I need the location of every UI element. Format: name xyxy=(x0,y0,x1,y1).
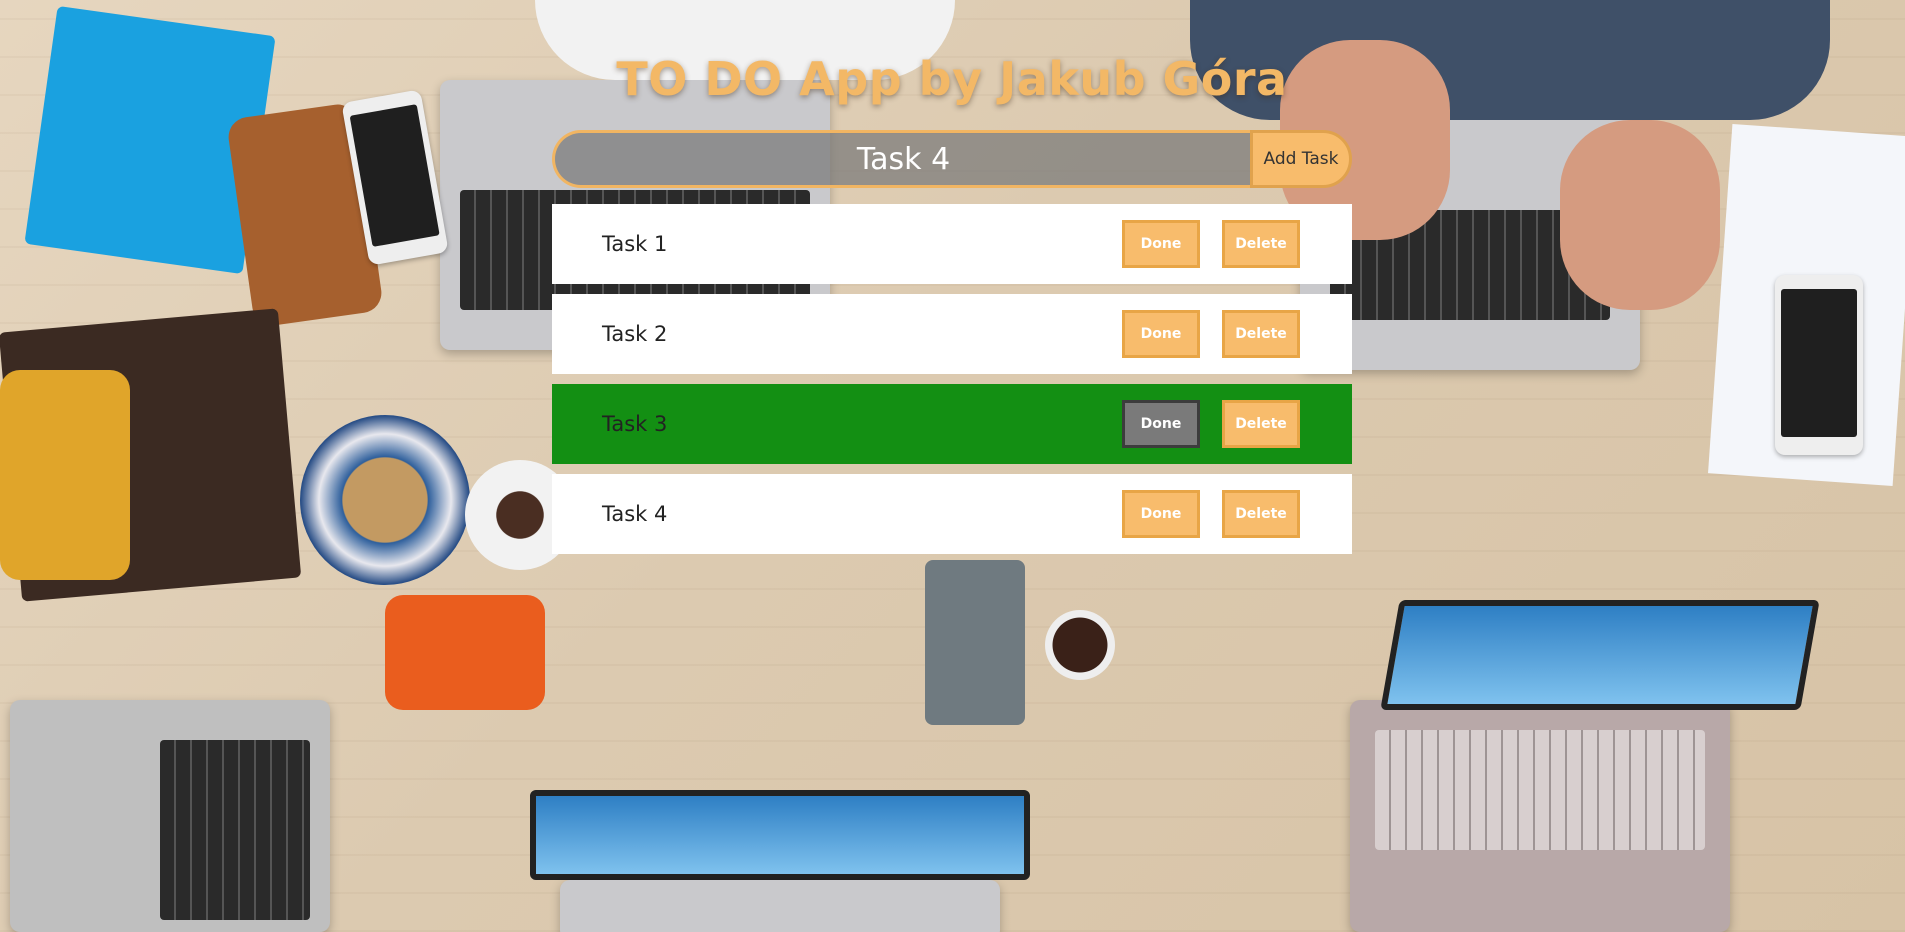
done-button[interactable]: Done xyxy=(1122,490,1200,538)
add-task-form: Add Task xyxy=(552,130,1352,188)
bowl xyxy=(300,415,470,585)
done-button[interactable]: Done xyxy=(1122,400,1200,448)
task-label: Task 3 xyxy=(602,412,668,436)
phone-2 xyxy=(1775,275,1863,455)
laptop-screen-bottom xyxy=(530,790,1030,880)
task-list: Task 1 Done Delete Task 2 Done Delete Ta… xyxy=(552,204,1352,554)
laptop-screen-bottom-right xyxy=(1380,600,1820,710)
delete-button[interactable]: Delete xyxy=(1222,490,1300,538)
person-hand-right xyxy=(1560,120,1720,310)
yellow-bag xyxy=(0,370,130,580)
app-title: TO DO App by Jakub Góra xyxy=(616,52,1288,106)
task-label: Task 1 xyxy=(602,232,668,256)
done-button[interactable]: Done xyxy=(1122,310,1200,358)
power-bank xyxy=(925,560,1025,725)
laptop-bottom xyxy=(560,880,1000,932)
task-item: Task 4 Done Delete xyxy=(552,474,1352,554)
task-item-completed: Task 3 Done Delete xyxy=(552,384,1352,464)
orange-hard-drive xyxy=(385,595,545,710)
todo-app: TO DO App by Jakub Góra Add Task Task 1 … xyxy=(552,48,1352,564)
task-label: Task 2 xyxy=(602,322,668,346)
delete-button[interactable]: Delete xyxy=(1222,310,1300,358)
laptop-bottom-left xyxy=(10,700,330,932)
coffee-cup xyxy=(1045,610,1115,680)
task-input[interactable] xyxy=(552,130,1252,188)
done-button[interactable]: Done xyxy=(1122,220,1200,268)
delete-button[interactable]: Delete xyxy=(1222,220,1300,268)
add-task-button[interactable]: Add Task xyxy=(1250,130,1352,188)
delete-button[interactable]: Delete xyxy=(1222,400,1300,448)
task-label: Task 4 xyxy=(602,502,668,526)
task-item: Task 2 Done Delete xyxy=(552,294,1352,374)
task-item: Task 1 Done Delete xyxy=(552,204,1352,284)
laptop-bottom-right xyxy=(1350,700,1730,932)
